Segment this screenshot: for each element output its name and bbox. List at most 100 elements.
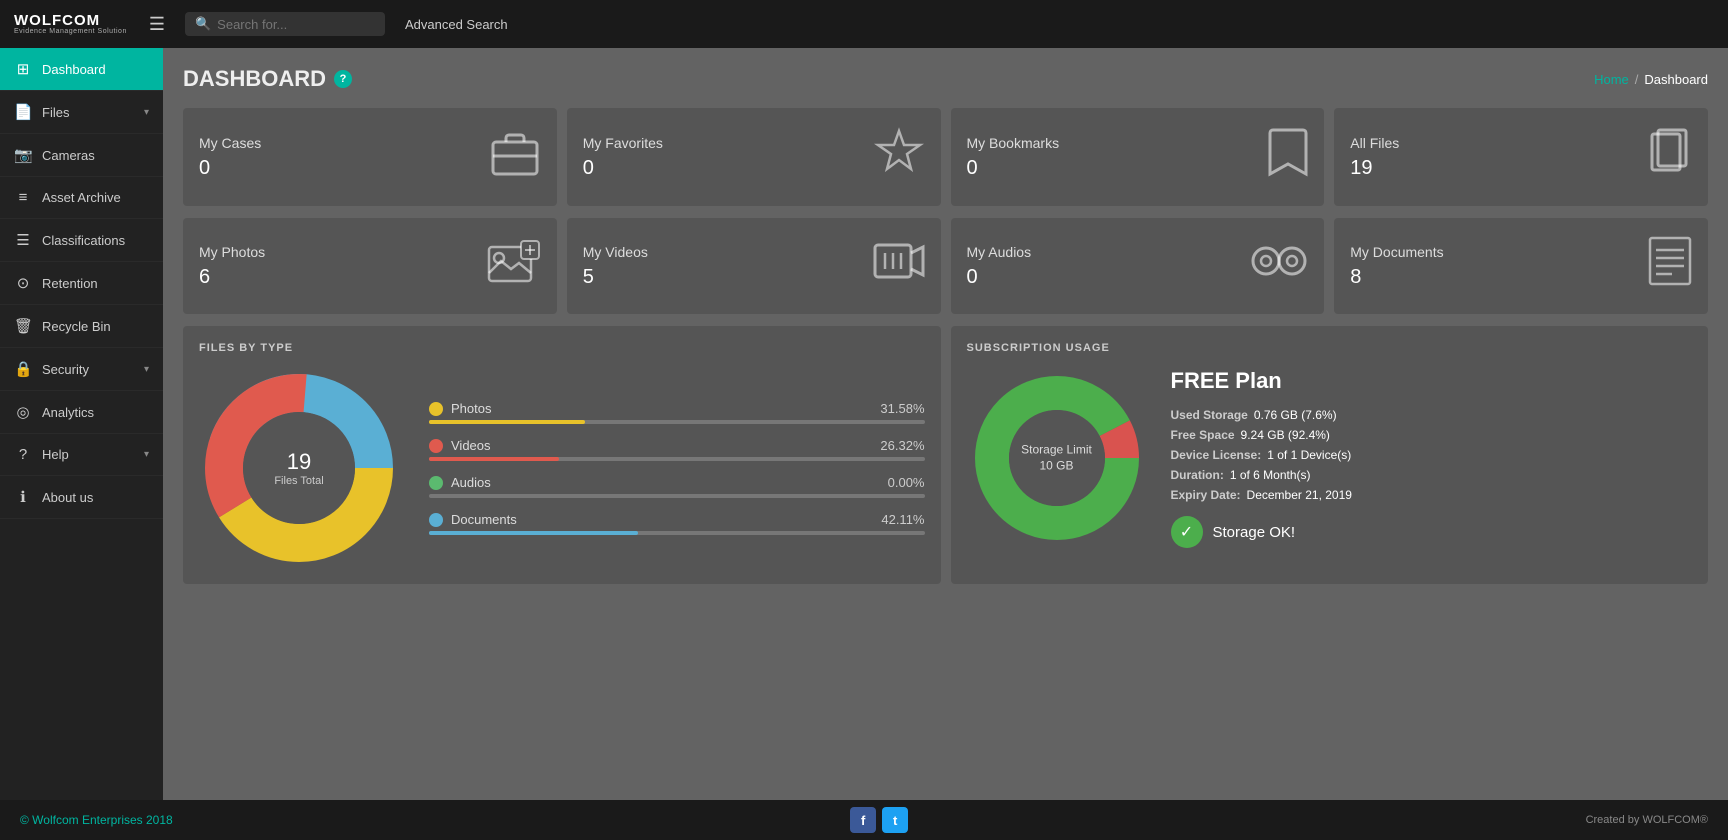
files-by-type-title: FILES BY TYPE bbox=[199, 342, 925, 354]
sidebar-item-recycle-bin[interactable]: 🗑 Recycle Bin bbox=[0, 305, 163, 348]
sidebar-item-label: Classifications bbox=[42, 233, 149, 248]
sidebar-item-security[interactable]: 🔒 Security ▾ bbox=[0, 348, 163, 391]
search-input[interactable] bbox=[217, 17, 357, 32]
donut-total: 19 bbox=[274, 449, 323, 475]
security-icon: 🔒 bbox=[14, 360, 32, 378]
sidebar-item-analytics[interactable]: ◎ Analytics bbox=[0, 391, 163, 434]
sidebar-item-asset-archive[interactable]: ≡ Asset Archive bbox=[0, 177, 163, 219]
card-label: My Cases bbox=[199, 135, 261, 151]
chart-legend: Photos 31.58% Videos 26.32% bbox=[429, 401, 925, 535]
card-label: My Documents bbox=[1350, 244, 1443, 260]
retention-icon: ⊙ bbox=[14, 274, 32, 292]
card-label: My Bookmarks bbox=[967, 135, 1060, 151]
stat-cards-row2: My Photos 6 My Videos bbox=[183, 218, 1708, 314]
files-by-type-panel: FILES BY TYPE bbox=[183, 326, 941, 584]
search-wrap: 🔍 bbox=[185, 12, 385, 36]
all-files-icon bbox=[1644, 128, 1692, 186]
sidebar-item-classifications[interactable]: ☰ Classifications bbox=[0, 219, 163, 262]
photos-dot bbox=[429, 402, 443, 416]
card-label: My Audios bbox=[967, 244, 1032, 260]
sidebar-item-label: Files bbox=[42, 105, 134, 120]
card-value: 0 bbox=[583, 157, 663, 180]
card-label: My Photos bbox=[199, 244, 265, 260]
card-value: 8 bbox=[1350, 266, 1443, 289]
topnav: WOLFCOM Evidence Management Solution ☰ 🔍… bbox=[0, 0, 1728, 48]
sidebar-item-cameras[interactable]: 📷 Cameras bbox=[0, 134, 163, 177]
audio-icon bbox=[1250, 241, 1308, 291]
breadcrumb-row: DASHBOARD ? Home / Dashboard bbox=[183, 66, 1708, 92]
card-my-documents[interactable]: My Documents 8 bbox=[1334, 218, 1708, 314]
sidebar: ⊞ Dashboard 📄 Files ▾ 📷 Cameras ≡ Asset … bbox=[0, 48, 163, 800]
sidebar-item-files[interactable]: 📄 Files ▾ bbox=[0, 91, 163, 134]
footer-copyright: © Wolfcom Enterprises 2018 bbox=[20, 813, 173, 827]
card-all-files[interactable]: All Files 19 bbox=[1334, 108, 1708, 206]
storage-ok-indicator: ✓ Storage OK! bbox=[1171, 516, 1693, 548]
sidebar-item-about-us[interactable]: ℹ About us bbox=[0, 476, 163, 519]
document-icon bbox=[1648, 236, 1692, 296]
video-icon bbox=[873, 239, 925, 293]
photos-icon bbox=[487, 239, 541, 293]
breadcrumb-current: Dashboard bbox=[1644, 72, 1708, 87]
help-icon: ? bbox=[14, 446, 32, 463]
chevron-down-icon: ▾ bbox=[144, 107, 149, 118]
sidebar-item-label: Security bbox=[42, 362, 134, 377]
footer-right-text: Created by WOLFCOM® bbox=[1586, 814, 1708, 826]
facebook-button[interactable]: f bbox=[850, 807, 876, 833]
card-value: 19 bbox=[1350, 157, 1399, 180]
help-circle-button[interactable]: ? bbox=[334, 70, 352, 88]
search-icon: 🔍 bbox=[195, 16, 211, 32]
legend-item-audios: Audios 0.00% bbox=[429, 475, 925, 498]
main-layout: ⊞ Dashboard 📄 Files ▾ 📷 Cameras ≡ Asset … bbox=[0, 48, 1728, 800]
footer-social: f t bbox=[850, 807, 908, 833]
breadcrumb-separator: / bbox=[1635, 72, 1639, 87]
dashboard-icon: ⊞ bbox=[14, 60, 32, 78]
donut-label: Files Total bbox=[274, 475, 323, 487]
free-space-row: Free Space 9.24 GB (92.4%) bbox=[1171, 428, 1693, 442]
sidebar-item-help[interactable]: ? Help ▾ bbox=[0, 434, 163, 476]
card-value: 0 bbox=[967, 157, 1060, 180]
subscription-body: Storage Limit10 GB FREE Plan Used Storag… bbox=[967, 368, 1693, 548]
analytics-icon: ◎ bbox=[14, 403, 32, 421]
content-area: DASHBOARD ? Home / Dashboard My Cases 0 bbox=[163, 48, 1728, 800]
card-my-cases[interactable]: My Cases 0 bbox=[183, 108, 557, 206]
twitter-button[interactable]: t bbox=[882, 807, 908, 833]
card-my-favorites[interactable]: My Favorites 0 bbox=[567, 108, 941, 206]
sidebar-item-label: Help bbox=[42, 447, 134, 462]
sidebar-item-label: Dashboard bbox=[42, 62, 149, 77]
cameras-icon: 📷 bbox=[14, 146, 32, 164]
audios-dot bbox=[429, 476, 443, 490]
sidebar-item-label: Recycle Bin bbox=[42, 319, 149, 334]
legend-item-photos: Photos 31.58% bbox=[429, 401, 925, 424]
subscription-panel: SUBSCRIPTION USAGE Storage Limit10 GB bbox=[951, 326, 1709, 584]
donut-center: 19 Files Total bbox=[274, 449, 323, 487]
recycle-bin-icon: 🗑 bbox=[14, 317, 32, 335]
breadcrumb-home[interactable]: Home bbox=[1594, 72, 1629, 87]
card-my-videos[interactable]: My Videos 5 bbox=[567, 218, 941, 314]
briefcase-icon bbox=[489, 128, 541, 186]
card-my-photos[interactable]: My Photos 6 bbox=[183, 218, 557, 314]
files-icon: 📄 bbox=[14, 103, 32, 121]
advanced-search-link[interactable]: Advanced Search bbox=[405, 17, 508, 32]
logo-text: WOLFCOM bbox=[14, 13, 100, 28]
card-label: All Files bbox=[1350, 135, 1399, 151]
card-value: 0 bbox=[967, 266, 1032, 289]
logo: WOLFCOM Evidence Management Solution bbox=[14, 13, 127, 35]
storage-ok-text: Storage OK! bbox=[1213, 524, 1296, 541]
expiry-row: Expiry Date: December 21, 2019 bbox=[1171, 488, 1693, 502]
card-my-bookmarks[interactable]: My Bookmarks 0 bbox=[951, 108, 1325, 206]
ok-checkmark-icon: ✓ bbox=[1171, 516, 1203, 548]
about-icon: ℹ bbox=[14, 488, 32, 506]
bookmark-icon bbox=[1268, 126, 1308, 188]
duration-row: Duration: 1 of 6 Month(s) bbox=[1171, 468, 1693, 482]
card-my-audios[interactable]: My Audios 0 bbox=[951, 218, 1325, 314]
sidebar-item-retention[interactable]: ⊙ Retention bbox=[0, 262, 163, 305]
sidebar-item-dashboard[interactable]: ⊞ Dashboard bbox=[0, 48, 163, 91]
hamburger-icon[interactable]: ☰ bbox=[149, 14, 165, 35]
classifications-icon: ☰ bbox=[14, 231, 32, 249]
sidebar-item-label: Retention bbox=[42, 276, 149, 291]
subscription-details: FREE Plan Used Storage 0.76 GB (7.6%) Fr… bbox=[1171, 368, 1693, 548]
card-value: 5 bbox=[583, 266, 648, 289]
documents-dot bbox=[429, 513, 443, 527]
page-title: DASHBOARD ? bbox=[183, 66, 352, 92]
star-icon bbox=[873, 127, 925, 187]
